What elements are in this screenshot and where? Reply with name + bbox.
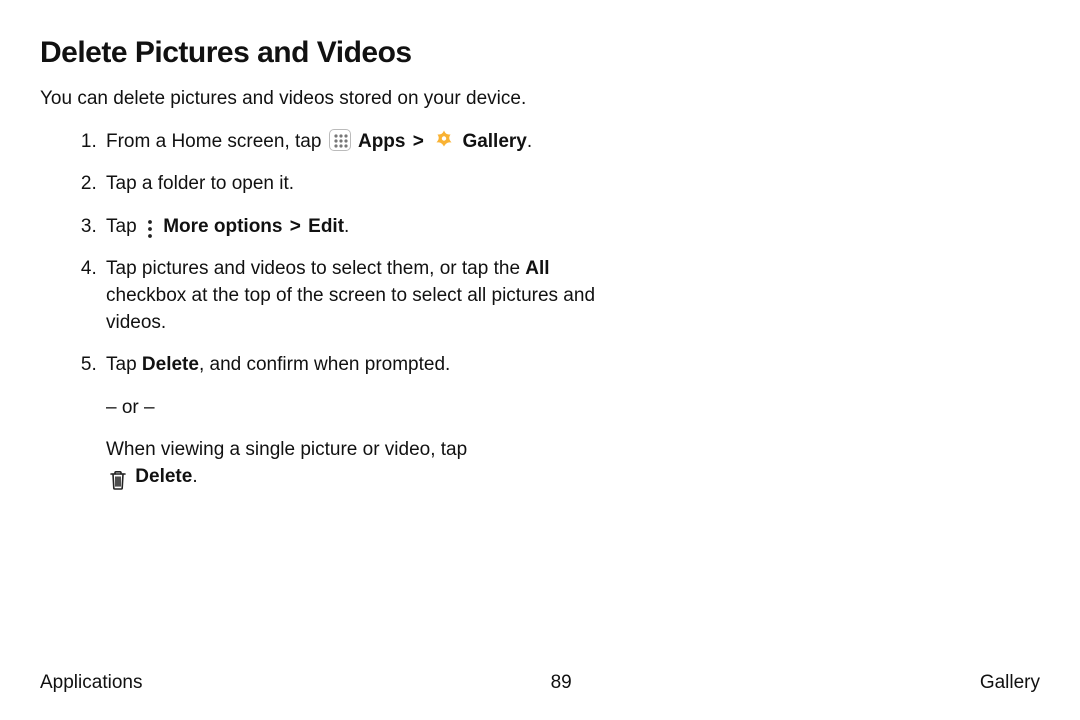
all-label: All xyxy=(525,258,549,279)
trash-icon xyxy=(108,469,128,491)
step-5-c: When viewing a single picture or video, … xyxy=(106,439,467,460)
gallery-label: Gallery xyxy=(462,131,526,152)
page-footer: Applications 89 Gallery xyxy=(40,672,1040,694)
footer-page-number: 89 xyxy=(551,672,572,694)
step-5-period: . xyxy=(192,466,197,487)
gallery-icon xyxy=(433,129,455,151)
step-4-a: Tap pictures and videos to select them, … xyxy=(106,258,525,279)
step-4: Tap pictures and videos to select them, … xyxy=(102,256,600,336)
edit-label: Edit xyxy=(308,216,344,237)
step-5-alt: When viewing a single picture or video, … xyxy=(106,437,600,490)
step-5-or: – or – xyxy=(106,395,600,422)
step-3: Tap More options > Edit. xyxy=(102,214,600,241)
step-1-period: . xyxy=(527,131,532,152)
chevron-icon: > xyxy=(411,131,426,152)
steps-list: From a Home screen, tap Apps > Gal xyxy=(40,129,600,491)
chevron-icon: > xyxy=(288,216,303,237)
step-5: Tap Delete, and confirm when prompted. –… xyxy=(102,352,600,490)
step-1-pre: From a Home screen, tap xyxy=(106,131,327,152)
apps-label: Apps xyxy=(358,131,406,152)
step-3-pre: Tap xyxy=(106,216,142,237)
manual-page: Delete Pictures and Videos You can delet… xyxy=(0,0,1080,720)
step-5-a: Tap xyxy=(106,354,142,375)
step-2: Tap a folder to open it. xyxy=(102,171,600,198)
step-5-b: , and confirm when prompted. xyxy=(199,354,450,375)
step-1: From a Home screen, tap Apps > Gal xyxy=(102,129,600,156)
step-3-period: . xyxy=(344,216,349,237)
page-title: Delete Pictures and Videos xyxy=(40,36,1040,70)
delete-label-1: Delete xyxy=(142,354,199,375)
footer-right: Gallery xyxy=(980,672,1040,694)
more-options-label: More options xyxy=(163,216,282,237)
more-options-icon xyxy=(144,219,156,239)
step-4-b: checkbox at the top of the screen to sel… xyxy=(106,285,595,333)
footer-left: Applications xyxy=(40,672,142,694)
apps-icon xyxy=(329,129,351,151)
delete-label-2: Delete xyxy=(135,466,192,487)
intro-paragraph: You can delete pictures and videos store… xyxy=(40,86,560,113)
